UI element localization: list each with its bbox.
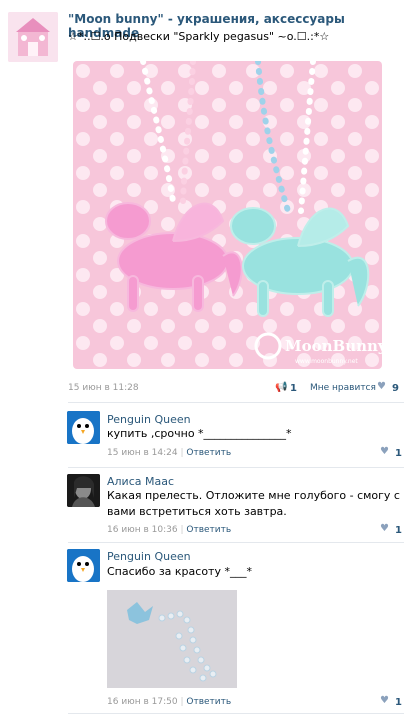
comment-time[interactable]: 15 июн в 14:24 (107, 448, 178, 458)
comment-meta: 16 июн в 17:50 | Ответить (107, 697, 231, 707)
repost-count: 1 (290, 383, 297, 394)
heart-icon[interactable]: ♥ (380, 446, 389, 457)
divider (68, 713, 404, 714)
reply-link[interactable]: Ответить (186, 448, 231, 458)
comment-like-count: 1 (395, 525, 402, 536)
avatar[interactable] (67, 549, 100, 582)
repost-icon[interactable]: 📢 (275, 382, 287, 393)
heart-icon[interactable]: ♥ (380, 523, 389, 534)
comment-meta: 16 июн в 10:36 | Ответить (107, 525, 231, 535)
heart-icon[interactable]: ♥ (380, 695, 389, 706)
comment-photo[interactable] (107, 590, 237, 688)
reply-link[interactable]: Ответить (186, 525, 231, 535)
post-text: ☆*:.☐.o Подвески "Sparkly pegasus" ~o.☐.… (68, 30, 330, 43)
penguin-avatar-image (67, 549, 100, 582)
castle-image (8, 12, 58, 62)
divider (68, 402, 404, 403)
watermark-url: www.moonbunny.net (295, 358, 358, 365)
divider (68, 542, 404, 543)
portrait-avatar-image (67, 474, 100, 507)
comment-text: Спасибо за красоту *___* (107, 565, 252, 578)
necklace-photo-image (107, 590, 237, 688)
meta-separator: | (180, 448, 184, 458)
divider (68, 467, 404, 468)
avatar[interactable] (67, 411, 100, 444)
comment-author[interactable]: Алиса Маас (107, 475, 174, 488)
comment-author[interactable]: Penguin Queen (107, 550, 191, 563)
comment-meta: 15 июн в 14:24 | Ответить (107, 448, 231, 458)
group-avatar[interactable] (8, 12, 58, 62)
comment-author[interactable]: Penguin Queen (107, 413, 191, 426)
penguin-avatar-image (67, 411, 100, 444)
heart-icon[interactable]: ♥ (377, 381, 386, 392)
like-count: 9 (392, 383, 399, 394)
comment-text: купить ,срочно *_______________* (107, 427, 292, 440)
meta-separator: | (180, 697, 184, 707)
reply-link[interactable]: Ответить (186, 697, 231, 707)
pegasus-pendants-image: MoonBunny www.moonbunny.net (73, 61, 382, 369)
meta-separator: | (180, 525, 184, 535)
like-label[interactable]: Мне нравится (310, 383, 376, 393)
comment-text: Какая прелесть. Отложите мне голубого - … (107, 489, 400, 518)
comment-like-count: 1 (395, 448, 402, 459)
comment-time[interactable]: 16 июн в 17:50 (107, 697, 178, 707)
comment-time[interactable]: 16 июн в 10:36 (107, 525, 178, 535)
avatar[interactable] (67, 474, 100, 507)
watermark-brand: MoonBunny (285, 337, 382, 355)
comment-like-count: 1 (395, 697, 402, 708)
post-photo[interactable]: MoonBunny www.moonbunny.net (73, 61, 382, 369)
post-timestamp[interactable]: 15 июн в 11:28 (68, 383, 139, 393)
